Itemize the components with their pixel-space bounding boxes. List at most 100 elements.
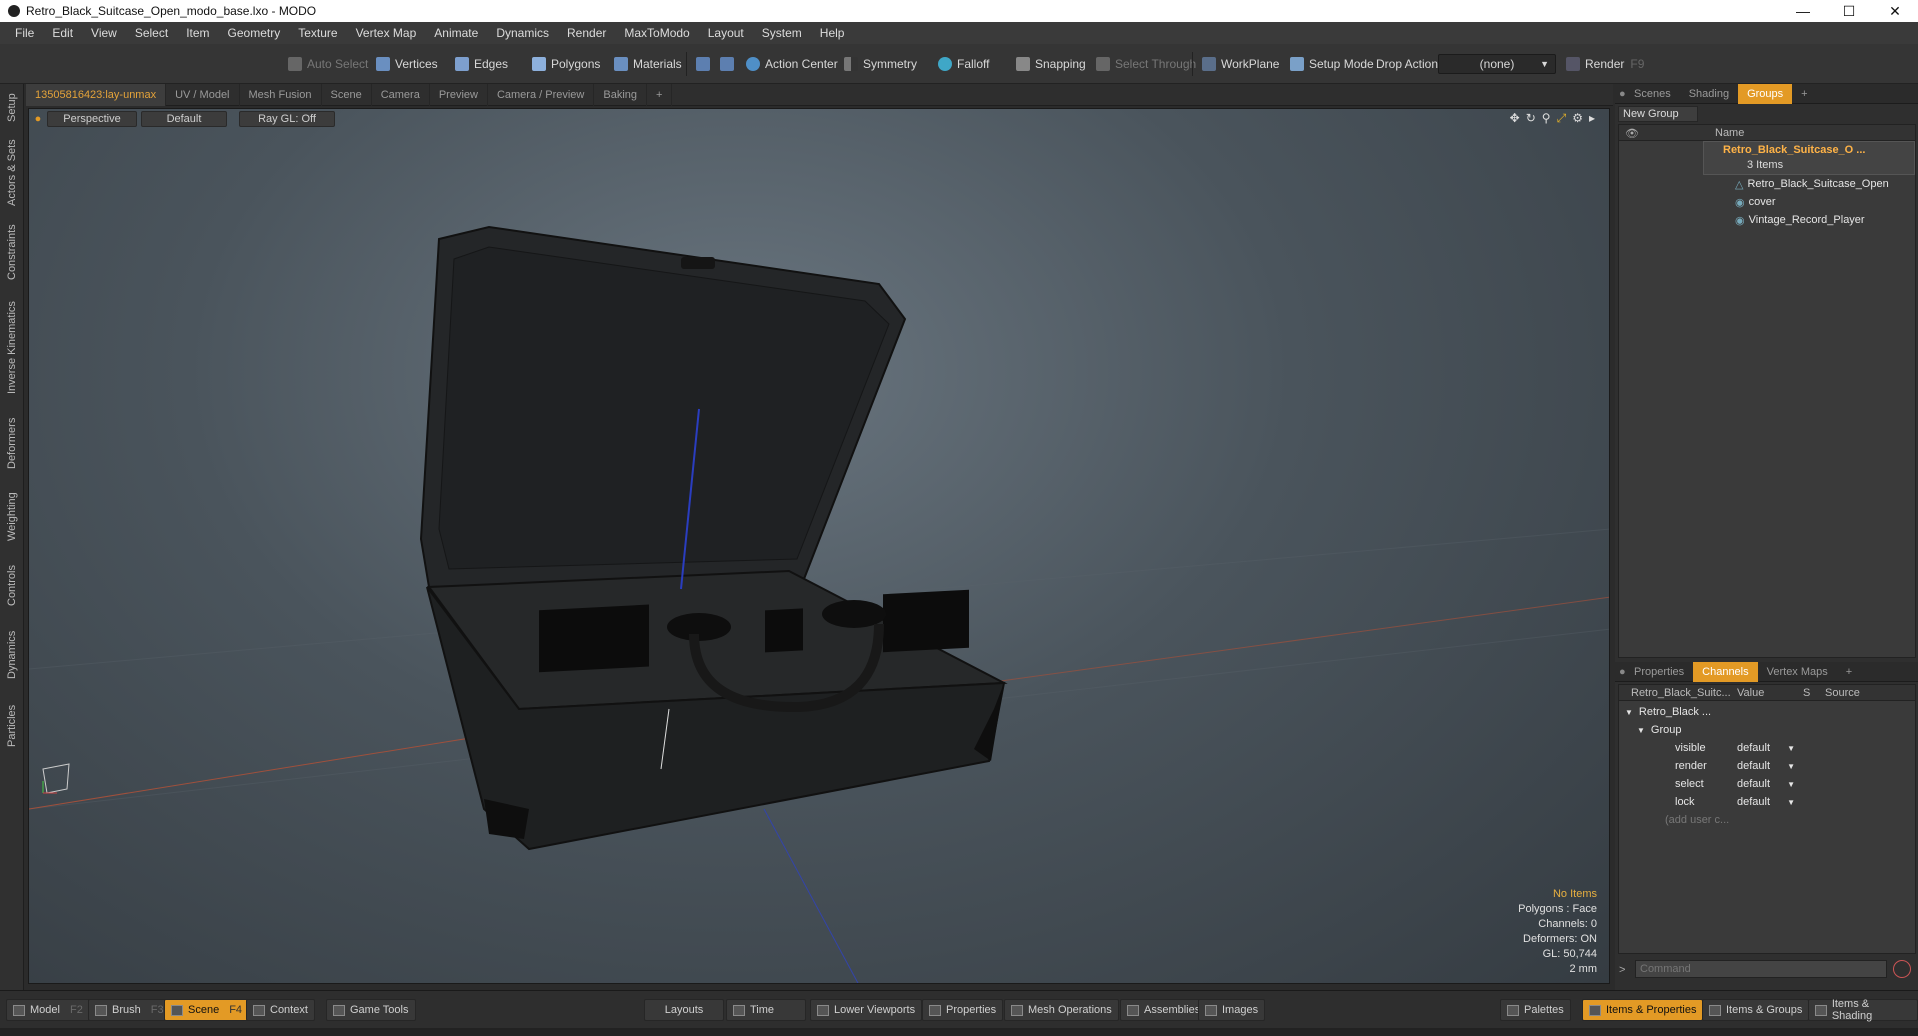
tab-scenes[interactable]: Scenes — [1625, 84, 1680, 104]
symmetry-button[interactable]: Symmetry — [838, 53, 923, 75]
drop-action-dropdown[interactable]: (none) ▼ — [1438, 54, 1556, 74]
record-icon[interactable] — [1893, 960, 1911, 978]
time-button[interactable]: Time — [726, 999, 806, 1021]
snapping-button[interactable]: Snapping — [1010, 53, 1092, 75]
channel-value-dropdown[interactable]: default ▼ — [1737, 757, 1797, 775]
items-shading-button[interactable]: Items & Shading — [1808, 998, 1918, 1022]
select-mode-a-button[interactable] — [690, 53, 716, 75]
setup-mode-button[interactable]: Setup Mode — [1284, 53, 1380, 75]
action-center-button[interactable]: Action Center — [740, 53, 844, 75]
menu-bar: File Edit View Select Item Geometry Text… — [0, 22, 1918, 44]
menu-view[interactable]: View — [82, 26, 126, 40]
tab-uv-model[interactable]: UV / Model — [166, 83, 240, 106]
command-input[interactable] — [1635, 960, 1887, 978]
tab-constraints[interactable]: Constraints — [3, 216, 21, 288]
tab-setup[interactable]: Setup — [3, 88, 21, 128]
properties-button[interactable]: Properties — [922, 999, 1004, 1021]
channels-col-source: Source — [1825, 687, 1860, 699]
drop-action-label: Drop Action — [1376, 57, 1439, 71]
group-name[interactable]: Retro_Black_Suitcase_O ... — [1723, 141, 1865, 159]
tab-lay-unmax[interactable]: 13505816423:lay-unmax — [26, 83, 167, 106]
tab-deformers[interactable]: Deformers — [3, 408, 21, 478]
layouts-button[interactable]: Layouts — [644, 999, 724, 1021]
channel-root[interactable]: ▼ Retro_Black ... — [1625, 703, 1711, 721]
brush-button[interactable]: Brush F3 — [88, 999, 171, 1021]
game-tools-button[interactable]: Game Tools — [326, 999, 416, 1021]
palettes-button[interactable]: Palettes — [1500, 999, 1571, 1021]
tab-camera-preview[interactable]: Camera / Preview — [488, 83, 595, 106]
channel-value-dropdown[interactable]: default ▼ — [1737, 739, 1797, 757]
tab-properties[interactable]: Properties — [1625, 662, 1693, 682]
model-button[interactable]: Model F2 — [6, 999, 90, 1021]
snapping-icon — [1016, 57, 1030, 71]
lower-viewports-button[interactable]: Lower Viewports — [810, 999, 923, 1021]
render-button[interactable]: Render F9 — [1560, 53, 1650, 75]
3d-viewport[interactable]: ● Perspective Default Ray GL: Off ✥ ↻ ⚲ … — [28, 108, 1610, 984]
tab-dynamics[interactable]: Dynamics — [3, 622, 21, 688]
menu-vertex-map[interactable]: Vertex Map — [347, 26, 426, 40]
polygons-button[interactable]: Polygons — [526, 53, 606, 75]
tab-weighting[interactable]: Weighting — [3, 484, 21, 550]
menu-select[interactable]: Select — [126, 26, 177, 40]
list-item[interactable]: △ Retro_Black_Suitcase_Open — [1735, 175, 1889, 193]
tab-actors-sets[interactable]: Actors & Sets — [3, 136, 21, 210]
mesh-operations-label: Mesh Operations — [1028, 1004, 1112, 1016]
vertices-button[interactable]: Vertices — [370, 53, 444, 75]
menu-animate[interactable]: Animate — [425, 26, 487, 40]
tab-camera[interactable]: Camera — [372, 83, 430, 106]
menu-layout[interactable]: Layout — [699, 26, 753, 40]
menu-texture[interactable]: Texture — [289, 26, 346, 40]
minimize-icon[interactable]: — — [1780, 0, 1826, 22]
menu-file[interactable]: File — [6, 26, 43, 40]
tab-inverse-kinematics[interactable]: Inverse Kinematics — [3, 294, 21, 402]
tab-vertex-maps[interactable]: Vertex Maps — [1758, 662, 1837, 682]
items-groups-button[interactable]: Items & Groups — [1702, 999, 1810, 1021]
menu-render[interactable]: Render — [558, 26, 615, 40]
falloff-icon — [938, 57, 952, 71]
tab-particles[interactable]: Particles — [3, 694, 21, 758]
tab-channels[interactable]: Channels — [1693, 661, 1758, 682]
tab-preview[interactable]: Preview — [430, 83, 488, 106]
channel-group[interactable]: ▼ Group — [1637, 721, 1682, 739]
select-mode-a-icon — [696, 57, 710, 71]
maximize-icon[interactable]: ☐ — [1826, 0, 1872, 22]
workplane-button[interactable]: WorkPlane — [1196, 53, 1285, 75]
list-item[interactable]: ◉ cover — [1735, 193, 1776, 211]
menu-geometry[interactable]: Geometry — [219, 26, 290, 40]
mesh-operations-button[interactable]: Mesh Operations — [1004, 999, 1119, 1021]
close-icon[interactable]: ✕ — [1872, 0, 1918, 22]
edges-button[interactable]: Edges — [449, 53, 514, 75]
snapping-label: Snapping — [1035, 57, 1086, 71]
auto-select-button[interactable]: Auto Select — [282, 53, 374, 75]
select-mode-b-button[interactable] — [714, 53, 740, 75]
context-button[interactable]: Context — [246, 999, 315, 1021]
menu-system[interactable]: System — [753, 26, 811, 40]
materials-button[interactable]: Materials — [608, 53, 688, 75]
items-properties-button[interactable]: Items & Properties — [1582, 999, 1704, 1021]
menu-item[interactable]: Item — [177, 26, 218, 40]
assemblies-button[interactable]: Assemblies — [1120, 999, 1208, 1021]
list-item[interactable]: ◉ Vintage_Record_Player — [1735, 211, 1865, 229]
scene-button[interactable]: Scene F4 — [164, 999, 250, 1021]
add-panel-tab[interactable]: + — [1837, 662, 1861, 682]
menu-maxtomodo[interactable]: MaxToModo — [615, 26, 698, 40]
new-group-button[interactable]: New Group — [1618, 106, 1698, 122]
tab-scene[interactable]: Scene — [322, 83, 372, 106]
tab-shading[interactable]: Shading — [1680, 84, 1738, 104]
tab-baking[interactable]: Baking — [594, 83, 648, 106]
images-button[interactable]: Images — [1198, 999, 1266, 1021]
tab-groups[interactable]: Groups — [1738, 83, 1793, 104]
channel-value-dropdown[interactable]: default ▼ — [1737, 775, 1797, 793]
select-through-button[interactable]: Select Through — [1090, 53, 1202, 75]
tab-controls[interactable]: Controls — [3, 556, 21, 616]
add-panel-tab[interactable]: + — [1792, 84, 1816, 104]
add-user-channel[interactable]: (add user c... — [1665, 811, 1729, 829]
falloff-button[interactable]: Falloff — [932, 53, 995, 75]
tab-mesh-fusion[interactable]: Mesh Fusion — [240, 83, 322, 106]
menu-edit[interactable]: Edit — [43, 26, 82, 40]
menu-help[interactable]: Help — [811, 26, 854, 40]
add-tab-button[interactable]: + — [647, 83, 673, 106]
model-label: Model — [30, 1004, 60, 1016]
menu-dynamics[interactable]: Dynamics — [487, 26, 558, 40]
channel-value-dropdown[interactable]: default ▼ — [1737, 793, 1797, 811]
